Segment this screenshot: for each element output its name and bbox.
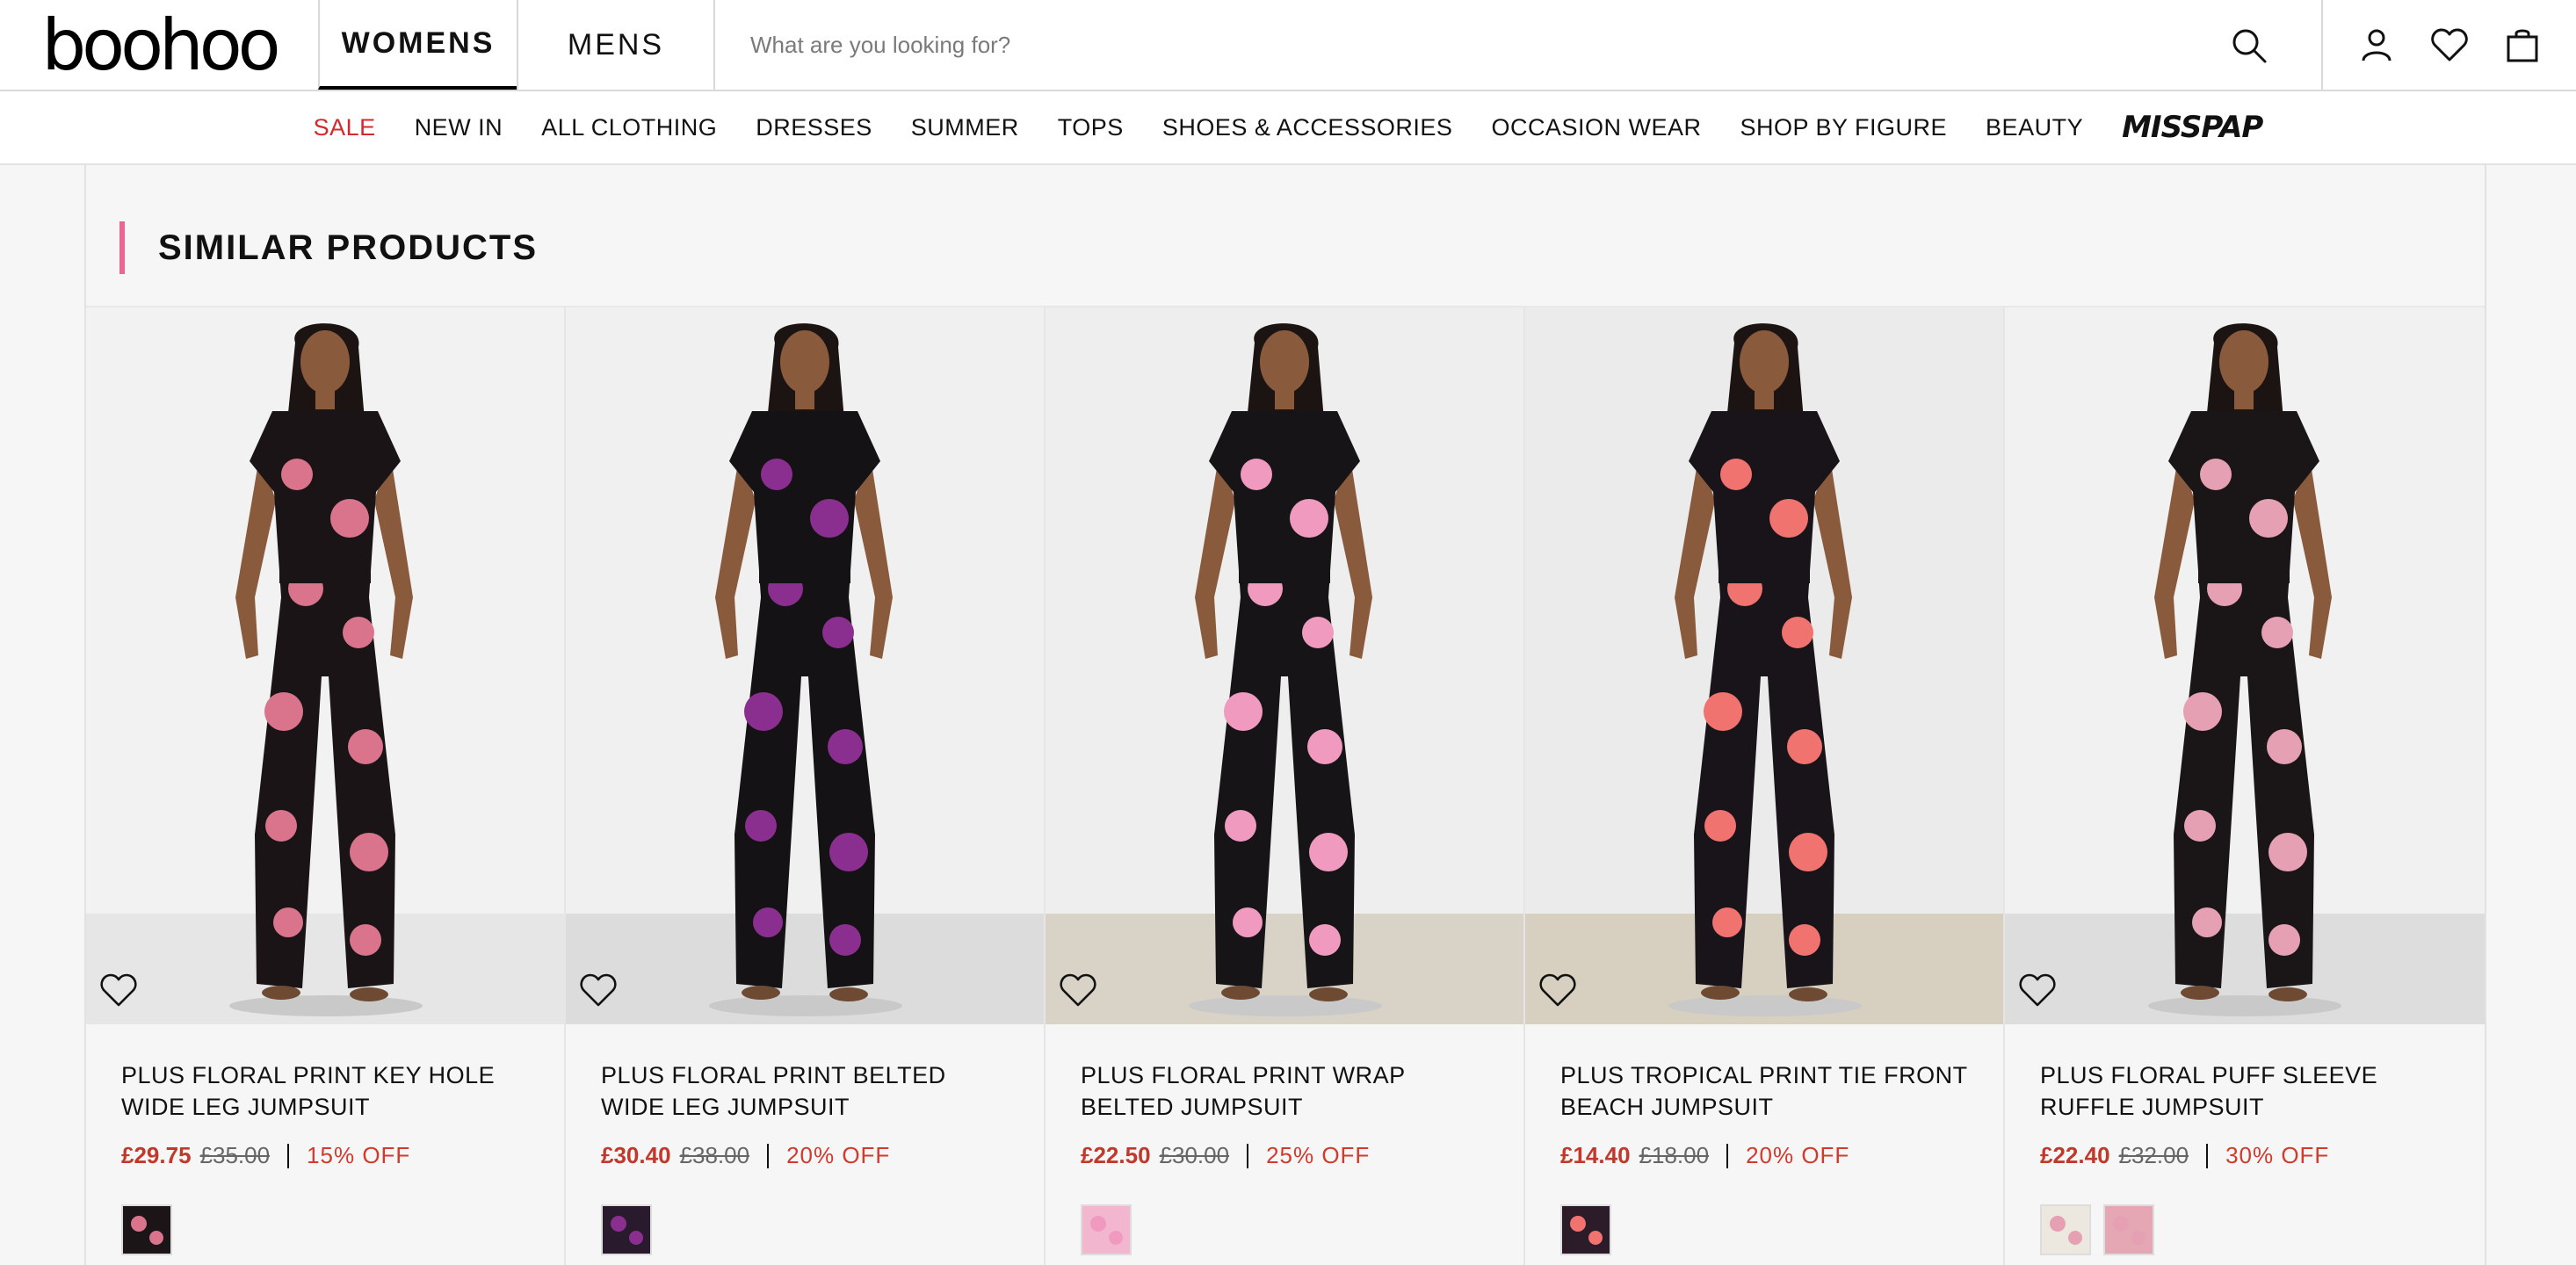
wishlist-heart-icon[interactable] — [2430, 25, 2469, 64]
colour-swatch[interactable] — [121, 1204, 172, 1255]
nav-item-beauty[interactable]: BEAUTY — [1986, 114, 2083, 141]
colour-swatch[interactable] — [2040, 1204, 2091, 1255]
colour-swatches — [2040, 1204, 2449, 1255]
search-icon[interactable] — [2230, 26, 2268, 65]
original-price: £32.00 — [2118, 1142, 2189, 1168]
nav-item-new-in[interactable]: NEW IN — [415, 114, 503, 141]
site-header: boohoo WOMENS MENS — [0, 0, 2576, 91]
nav-item-dresses[interactable]: DRESSES — [756, 114, 872, 141]
price-divider — [1247, 1143, 1249, 1168]
product-card-2[interactable]: PLUS FLORAL PRINT BELTED WIDE LEG JUMPSU… — [566, 307, 1046, 1265]
price-row: £14.40 £18.00 20% OFF — [1560, 1142, 1968, 1169]
nav-item-tops[interactable]: TOPS — [1058, 114, 1124, 141]
price-row: £29.75 £35.00 15% OFF — [121, 1142, 529, 1169]
colour-swatch[interactable] — [1081, 1204, 1132, 1255]
product-grid: PLUS FLORAL PRINT KEY HOLE WIDE LEG JUMP… — [86, 306, 2485, 1265]
product-name[interactable]: PLUS TROPICAL PRINT TIE FRONT BEACH JUMP… — [1560, 1059, 1968, 1123]
discount-label: 20% OFF — [786, 1142, 891, 1168]
sale-price: £22.50 — [1081, 1142, 1151, 1168]
model-photo — [566, 307, 1044, 1024]
nav-item-all-clothing[interactable]: ALL CLOTHING — [541, 114, 717, 141]
product-card-1[interactable]: PLUS FLORAL PRINT KEY HOLE WIDE LEG JUMP… — [86, 307, 566, 1265]
account-icon[interactable] — [2357, 25, 2396, 64]
nav-item-shoes-accessories[interactable]: SHOES & ACCESSORIES — [1162, 114, 1453, 141]
product-image[interactable] — [566, 307, 1044, 1024]
discount-label: 20% OFF — [1746, 1142, 1850, 1168]
category-nav: SALE NEW IN ALL CLOTHING DRESSES SUMMER … — [0, 91, 2576, 165]
nav-item-sale[interactable]: SALE — [314, 114, 376, 141]
original-price: £35.00 — [199, 1142, 271, 1168]
product-info: PLUS FLORAL PRINT BELTED WIDE LEG JUMPSU… — [566, 1024, 1044, 1255]
product-name[interactable]: PLUS FLORAL PRINT BELTED WIDE LEG JUMPSU… — [601, 1059, 1009, 1123]
colour-swatches — [1560, 1204, 1968, 1255]
colour-swatches — [1081, 1204, 1488, 1255]
add-to-wishlist-heart-icon[interactable] — [2017, 970, 2058, 1010]
nav-item-occasion-wear[interactable]: OCCASION WEAR — [1491, 114, 1701, 141]
price-row: £22.40 £32.00 30% OFF — [2040, 1142, 2449, 1169]
product-name[interactable]: PLUS FLORAL PRINT WRAP BELTED JUMPSUIT — [1081, 1059, 1488, 1123]
add-to-wishlist-heart-icon[interactable] — [1058, 970, 1098, 1010]
similar-products-section: SIMILAR PRODUCTS PLUS FLORAL PRINT KEY H… — [84, 165, 2486, 1265]
product-card-5[interactable]: PLUS FLORAL PUFF SLEEVE RUFFLE JUMPSUIT … — [2005, 307, 2485, 1265]
nav-item-summer[interactable]: SUMMER — [911, 114, 1019, 141]
nav-item-shop-by-figure[interactable]: SHOP BY FIGURE — [1740, 114, 1947, 141]
discount-label: 30% OFF — [2225, 1142, 2330, 1168]
product-info: PLUS FLORAL PRINT KEY HOLE WIDE LEG JUMP… — [86, 1024, 564, 1255]
nav-item-misspap-logo[interactable]: MISSPAP — [2122, 110, 2263, 145]
model-photo — [86, 307, 564, 1024]
add-to-wishlist-heart-icon[interactable] — [98, 970, 139, 1010]
product-image[interactable] — [1525, 307, 2003, 1024]
product-name[interactable]: PLUS FLORAL PRINT KEY HOLE WIDE LEG JUMP… — [121, 1059, 529, 1123]
product-image[interactable] — [1046, 307, 1523, 1024]
shopping-bag-icon[interactable] — [2503, 25, 2542, 64]
colour-swatches — [121, 1204, 529, 1255]
price-row: £22.50 £30.00 25% OFF — [1081, 1142, 1488, 1169]
sale-price: £22.40 — [2040, 1142, 2110, 1168]
colour-swatch[interactable] — [1560, 1204, 1611, 1255]
tab-mens[interactable]: MENS — [517, 0, 715, 90]
sale-price: £30.40 — [601, 1142, 671, 1168]
price-row: £30.40 £38.00 20% OFF — [601, 1142, 1009, 1169]
product-info: PLUS TROPICAL PRINT TIE FRONT BEACH JUMP… — [1525, 1024, 2003, 1255]
price-divider — [1726, 1143, 1729, 1168]
product-info: PLUS FLORAL PUFF SLEEVE RUFFLE JUMPSUIT … — [2005, 1024, 2485, 1255]
original-price: £38.00 — [679, 1142, 750, 1168]
product-info: PLUS FLORAL PRINT WRAP BELTED JUMPSUIT £… — [1046, 1024, 1523, 1255]
original-price: £30.00 — [1159, 1142, 1230, 1168]
boohoo-logo[interactable]: boohoo — [0, 0, 318, 90]
tab-womens[interactable]: WOMENS — [318, 0, 517, 90]
product-card-4[interactable]: PLUS TROPICAL PRINT TIE FRONT BEACH JUMP… — [1525, 307, 2005, 1265]
search-input[interactable] — [750, 18, 2156, 71]
header-icons — [2321, 0, 2576, 90]
product-image[interactable] — [2005, 307, 2485, 1024]
price-divider — [767, 1143, 770, 1168]
discount-label: 25% OFF — [1266, 1142, 1371, 1168]
sale-price: £14.40 — [1560, 1142, 1631, 1168]
product-image[interactable] — [86, 307, 564, 1024]
search-bar — [715, 0, 2321, 90]
model-photo — [1046, 307, 1523, 1024]
product-card-3[interactable]: PLUS FLORAL PRINT WRAP BELTED JUMPSUIT £… — [1046, 307, 1525, 1265]
price-divider — [2206, 1143, 2209, 1168]
discount-label: 15% OFF — [307, 1142, 411, 1168]
model-photo — [1525, 307, 2003, 1024]
product-name[interactable]: PLUS FLORAL PUFF SLEEVE RUFFLE JUMPSUIT — [2040, 1059, 2449, 1123]
price-divider — [287, 1143, 290, 1168]
add-to-wishlist-heart-icon[interactable] — [578, 970, 619, 1010]
original-price: £18.00 — [1639, 1142, 1710, 1168]
colour-swatches — [601, 1204, 1009, 1255]
sale-price: £29.75 — [121, 1142, 192, 1168]
colour-swatch[interactable] — [2103, 1204, 2154, 1255]
model-photo — [2005, 307, 2485, 1024]
colour-swatch[interactable] — [601, 1204, 652, 1255]
section-title: SIMILAR PRODUCTS — [119, 221, 538, 274]
add-to-wishlist-heart-icon[interactable] — [1538, 970, 1578, 1010]
